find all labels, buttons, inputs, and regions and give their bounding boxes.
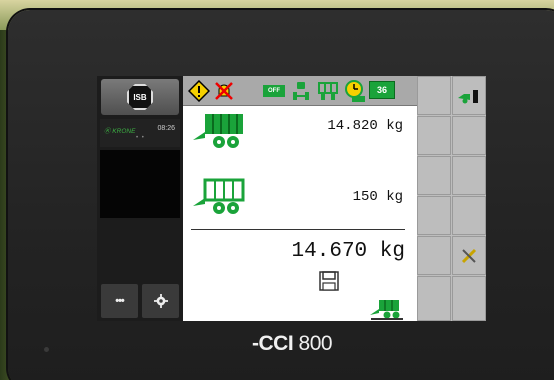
counter-icon[interactable]: 36: [369, 81, 395, 99]
tare-weight: 150 kg: [273, 189, 403, 205]
softkey-a1[interactable]: [417, 76, 451, 115]
softkey-a3[interactable]: [417, 156, 451, 195]
softkey-b3[interactable]: [452, 156, 486, 195]
gross-weight: 14.820 kg: [273, 118, 403, 134]
softkey-b4[interactable]: [452, 196, 486, 235]
warning-diamond-icon[interactable]: [188, 80, 210, 102]
cci-logo: -CCI 800: [252, 332, 333, 356]
net-weight-value: 14.670: [291, 240, 368, 263]
lock-axle-icon[interactable]: [291, 80, 311, 102]
softkey-exit[interactable]: [452, 76, 486, 115]
isb-stop-icon: ISB: [127, 84, 153, 110]
softkey-settings[interactable]: [452, 236, 486, 275]
softkey-b2[interactable]: [452, 116, 486, 155]
logo-number: 800: [298, 332, 333, 355]
weighing-panel: 14.820 kg 150 kg 14.670 kg: [183, 106, 417, 321]
menu-button[interactable]: •••: [101, 284, 138, 318]
net-weight-unit: kg: [379, 240, 405, 263]
settings-button[interactable]: [142, 284, 179, 318]
page-dots: • •: [136, 135, 145, 141]
gross-weight-unit: kg: [386, 118, 403, 134]
empty-wagon-icon: [193, 178, 245, 214]
counter-label: 36: [376, 85, 387, 95]
save-icon[interactable]: [319, 271, 339, 291]
off-indicator-icon[interactable]: OFF: [263, 85, 285, 97]
device-photo: ISB Ⓚ KRONE 08:26 • • ••• OFF 36 14.820 …: [0, 0, 554, 380]
wrench-pencil-icon: [461, 248, 477, 263]
crossed-bell-icon[interactable]: [213, 80, 235, 102]
softkey-b6[interactable]: [452, 276, 486, 321]
gross-weight-value: 14.820: [327, 118, 378, 134]
tare-weight-value: 150: [352, 189, 378, 205]
tare-weight-unit: kg: [386, 189, 403, 205]
logo-mark: -CCI: [252, 332, 294, 355]
mini-view: [100, 150, 180, 218]
softkey-a2[interactable]: [417, 116, 451, 155]
workset-info[interactable]: Ⓚ KRONE 08:26 • •: [100, 119, 180, 147]
wagon-exit-icon: [458, 89, 478, 103]
softkey-a4[interactable]: [417, 196, 451, 235]
clock-off-icon[interactable]: [343, 80, 365, 102]
clock-time: 08:26: [157, 125, 175, 132]
isb-label: ISB: [133, 92, 147, 102]
softkey-a6[interactable]: [417, 276, 451, 321]
status-toolbar: OFF 36: [183, 76, 417, 106]
menu-dots-icon: •••: [115, 295, 125, 307]
sum-divider: [191, 229, 405, 230]
isb-button[interactable]: ISB: [101, 79, 179, 115]
softkey-a5[interactable]: [417, 236, 451, 275]
wagon-weigh-icon[interactable]: [369, 298, 405, 320]
terminal-screen: ISB Ⓚ KRONE 08:26 • • ••• OFF 36 14.820 …: [97, 76, 486, 321]
off-label: OFF: [268, 88, 280, 94]
brand-label: Ⓚ KRONE: [104, 128, 136, 135]
softkey-area: [417, 76, 486, 321]
cart-icon[interactable]: [317, 80, 339, 102]
loaded-wagon-icon: [193, 114, 243, 148]
net-weight: 14.670 kg: [223, 240, 405, 263]
status-led: [44, 347, 49, 352]
gear-icon: [153, 294, 168, 308]
left-panel: ISB Ⓚ KRONE 08:26 • • •••: [97, 76, 183, 321]
